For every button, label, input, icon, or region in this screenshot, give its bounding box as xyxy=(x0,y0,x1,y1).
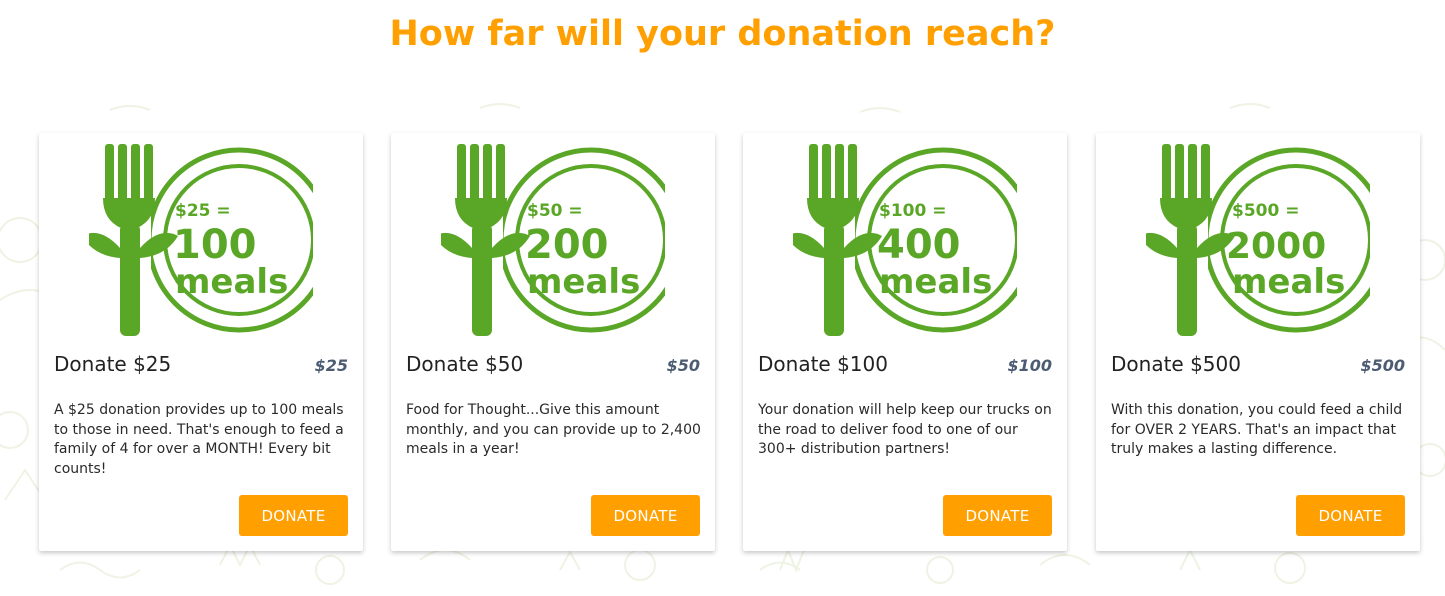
meals-amount: $25 = xyxy=(175,201,231,221)
donate-button[interactable]: DONATE xyxy=(1296,495,1405,536)
meals-unit: meals xyxy=(527,262,640,302)
card-title: Donate $100 xyxy=(758,352,888,376)
fork-plate-icon: $50 = 200 meals xyxy=(441,140,665,336)
meals-amount: $50 = xyxy=(527,201,583,221)
card-price: $25 xyxy=(314,356,348,375)
card-title: Donate $500 xyxy=(1111,352,1241,376)
meals-unit: meals xyxy=(1232,262,1345,302)
page-title: How far will your donation reach? xyxy=(389,14,1056,54)
card-description: Food for Thought...Give this amount mont… xyxy=(406,402,701,457)
donate-button[interactable]: DONATE xyxy=(591,495,700,536)
meals-amount: $500 = xyxy=(1232,201,1299,221)
donation-card: $25 = 100 meals Donate $25 $25 A $25 don… xyxy=(39,133,363,551)
card-title: Donate $25 xyxy=(54,352,172,376)
donate-button[interactable]: DONATE xyxy=(943,495,1052,536)
card-description: A $25 donation provides up to 100 meals … xyxy=(54,402,344,477)
card-description: With this donation, you could feed a chi… xyxy=(1111,402,1403,457)
card-price: $100 xyxy=(1007,356,1052,375)
donation-card: $50 = 200 meals Donate $50 $50 Food for … xyxy=(391,133,715,551)
meals-unit: meals xyxy=(175,262,288,302)
card-price: $50 xyxy=(666,356,700,375)
donation-card: $100 = 400 meals Donate $100 $100 Your d… xyxy=(743,133,1067,551)
meals-number: 2000 xyxy=(1226,226,1326,267)
fork-plate-icon: $25 = 100 meals xyxy=(89,140,313,336)
donation-card: $500 = 2000 meals Donate $500 $500 With … xyxy=(1096,133,1420,551)
fork-plate-icon: $100 = 400 meals xyxy=(793,140,1017,336)
card-title: Donate $50 xyxy=(406,352,524,376)
card-price: $500 xyxy=(1360,356,1405,375)
card-description: Your donation will help keep our trucks … xyxy=(758,402,1052,457)
meals-amount: $100 = xyxy=(879,201,946,221)
donate-button[interactable]: DONATE xyxy=(239,495,348,536)
meals-unit: meals xyxy=(879,262,992,302)
fork-plate-icon: $500 = 2000 meals xyxy=(1146,140,1370,336)
